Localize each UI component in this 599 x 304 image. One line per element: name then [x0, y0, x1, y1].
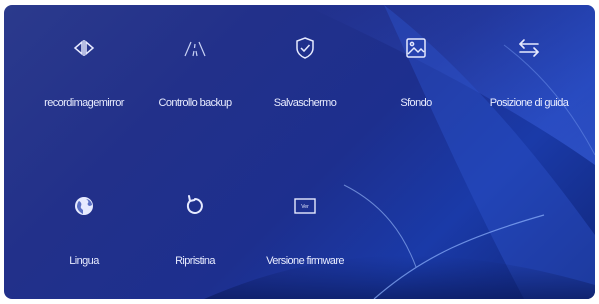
setting-record-image-mirror[interactable]: recordimagemirror — [25, 5, 143, 125]
swap-arrows-icon — [514, 33, 544, 63]
setting-label: Versione firmware — [266, 255, 344, 267]
mirror-arrows-icon — [69, 33, 99, 63]
shield-check-icon — [290, 33, 320, 63]
firmware-version-icon: Ver — [290, 191, 320, 221]
setting-label: Sfondo — [400, 97, 432, 109]
setting-label: Controllo backup — [158, 97, 233, 109]
setting-label: Lingua — [69, 255, 99, 267]
setting-controllo-backup[interactable]: Controllo backup — [136, 5, 254, 125]
setting-lingua[interactable]: Lingua — [25, 163, 143, 283]
globe-icon — [69, 191, 99, 221]
backup-lines-icon — [180, 33, 210, 63]
setting-label: Salvaschermo — [273, 97, 337, 109]
setting-ripristina[interactable]: Ripristina — [136, 163, 254, 283]
setting-posizione-di-guida[interactable]: Posizione di guida — [470, 5, 588, 125]
settings-grid: recordimagemirror Controllo backup Salva… — [4, 5, 595, 299]
setting-label: recordimagemirror — [44, 97, 124, 109]
setting-salvaschermo[interactable]: Salvaschermo — [246, 5, 364, 125]
settings-screen: recordimagemirror Controllo backup Salva… — [4, 5, 595, 299]
setting-label: Posizione di guida — [489, 97, 569, 109]
setting-sfondo[interactable]: Sfondo — [357, 5, 475, 125]
setting-label: Ripristina — [175, 255, 215, 267]
firmware-badge-text: Ver — [301, 204, 309, 210]
wallpaper-image-icon — [401, 33, 431, 63]
setting-versione-firmware[interactable]: Ver Versione firmware — [246, 163, 364, 283]
reset-icon — [180, 191, 210, 221]
